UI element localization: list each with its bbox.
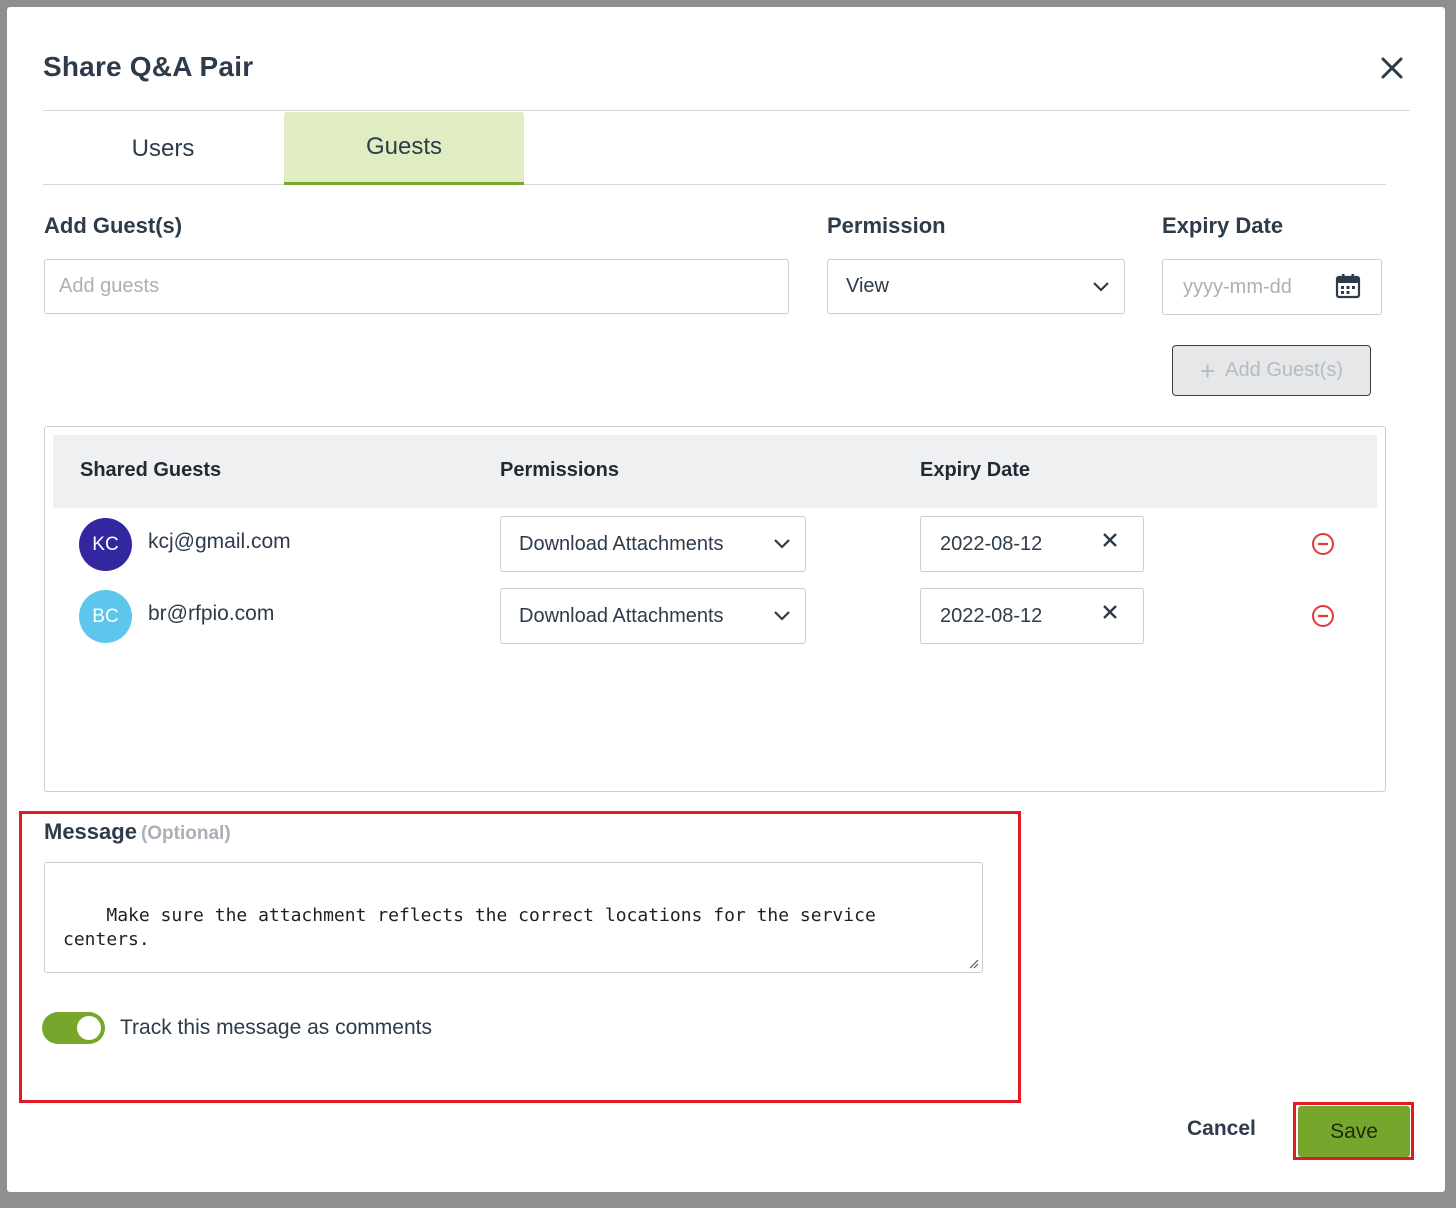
row-expiry-field[interactable]: 2022-08-12 [920,588,1144,644]
row-expiry-value: 2022-08-12 [940,532,1043,555]
shared-guests-table: Shared Guests Permissions Expiry Date KC… [44,426,1386,792]
guest-email: br@rfpio.com [148,602,275,625]
tab-users[interactable]: Users [43,112,283,185]
table-header: Shared Guests Permissions Expiry Date [53,435,1377,508]
column-header-shared-guests: Shared Guests [80,459,222,481]
permission-label: Permission [827,213,946,238]
column-header-permissions: Permissions [500,459,619,481]
column-header-expiry-date: Expiry Date [920,459,1031,481]
expiry-date-field[interactable] [1162,259,1382,315]
guest-email: kcj@gmail.com [148,530,291,553]
expiry-date-input[interactable] [1183,275,1313,299]
track-comments-toggle[interactable] [42,1012,105,1044]
permission-selected-value: View [846,275,889,297]
save-button[interactable]: Save [1298,1106,1410,1157]
message-optional-hint: (Optional) [140,823,231,844]
table-row: BC br@rfpio.com Download Attachments 202… [45,588,1385,644]
chevron-down-icon [1093,281,1109,292]
add-guests-field[interactable] [44,259,789,314]
share-modal: Share Q&A Pair Users Guests Add Guest(s)… [7,7,1445,1192]
message-text: Make sure the attachment reflects the co… [63,905,876,950]
row-permission-value: Download Attachments [519,532,724,555]
clear-date-icon[interactable] [1101,603,1119,621]
table-row: KC kcj@gmail.com Download Attachments 20… [45,516,1385,572]
plus-icon: + [1199,355,1216,386]
clear-date-icon[interactable] [1101,531,1119,549]
add-guest-button-label: Add Guest(s) [1225,359,1343,381]
add-guests-label: Add Guest(s) [44,213,183,238]
avatar: BC [79,590,132,643]
calendar-icon[interactable] [1335,273,1361,299]
row-expiry-value: 2022-08-12 [940,604,1043,627]
expiry-date-label: Expiry Date [1162,213,1284,238]
close-icon[interactable] [1379,55,1405,81]
add-guests-input[interactable] [59,275,788,298]
chevron-down-icon [774,611,790,621]
message-label-text: Message [44,819,137,844]
track-comments-label: Track this message as comments [120,1016,432,1039]
row-permission-select[interactable]: Download Attachments [500,588,806,644]
avatar: KC [79,518,132,571]
message-label: Message (Optional) [44,819,231,845]
remove-guest-icon[interactable] [1311,604,1335,628]
toggle-knob [77,1016,101,1040]
add-guest-button[interactable]: + Add Guest(s) [1172,345,1371,396]
permission-select[interactable]: View [827,259,1125,314]
row-permission-value: Download Attachments [519,604,724,627]
row-permission-select[interactable]: Download Attachments [500,516,806,572]
chevron-down-icon [774,539,790,549]
message-textarea[interactable]: Make sure the attachment reflects the co… [44,862,983,973]
tab-guests[interactable]: Guests [284,112,524,185]
title-divider [43,110,1410,111]
row-expiry-field[interactable]: 2022-08-12 [920,516,1144,572]
cancel-button[interactable]: Cancel [1187,1117,1256,1141]
modal-title: Share Q&A Pair [43,51,254,82]
resize-handle-icon[interactable] [967,957,979,969]
tab-bar: Users Guests [43,112,1386,185]
remove-guest-icon[interactable] [1311,532,1335,556]
